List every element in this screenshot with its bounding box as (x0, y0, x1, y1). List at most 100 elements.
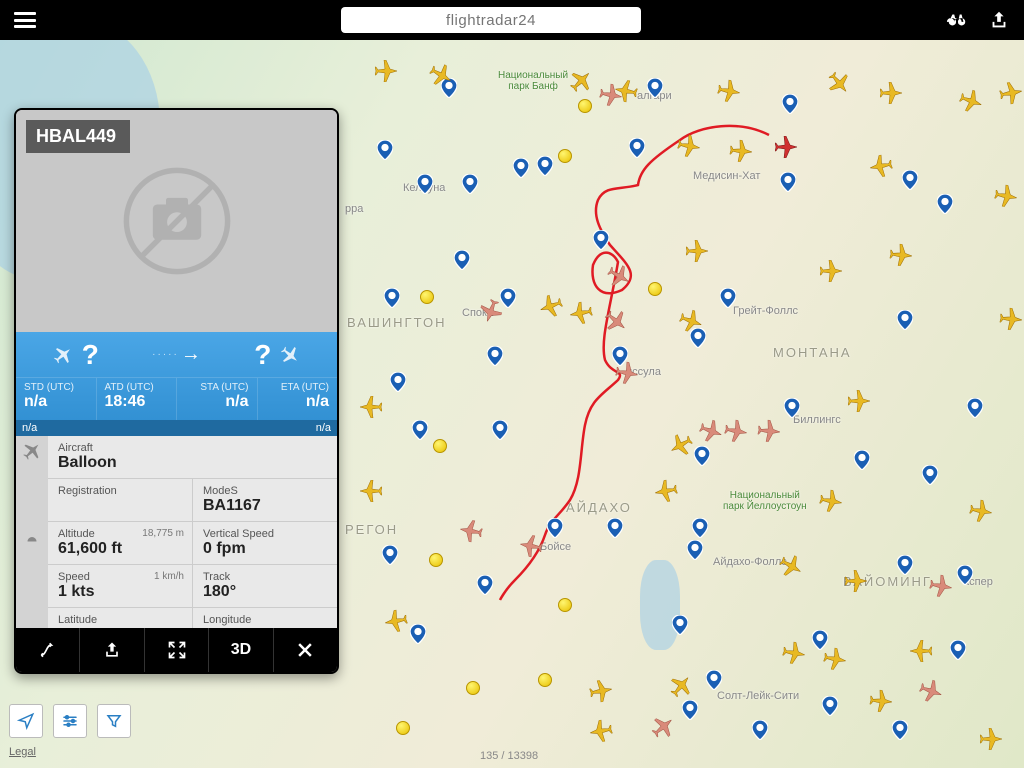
balloon-marker[interactable] (420, 290, 434, 304)
aircraft-marker[interactable] (880, 82, 902, 104)
airport-pin[interactable] (462, 174, 478, 194)
aircraft-marker[interactable] (993, 183, 1018, 208)
aircraft-marker[interactable] (568, 300, 593, 325)
aircraft-marker[interactable] (537, 292, 565, 320)
aircraft-marker[interactable] (360, 480, 382, 502)
aircraft-marker[interactable] (729, 139, 753, 163)
airport-pin[interactable] (410, 624, 426, 644)
aircraft-marker[interactable] (999, 307, 1023, 331)
aircraft-marker[interactable] (614, 360, 639, 385)
aircraft-marker[interactable] (588, 678, 613, 703)
airport-pin[interactable] (967, 398, 983, 418)
aircraft-marker-selected[interactable] (775, 136, 797, 158)
airport-pin[interactable] (477, 575, 493, 595)
aircraft-marker[interactable] (820, 260, 842, 282)
airport-pin[interactable] (593, 230, 609, 250)
filter-button[interactable] (97, 704, 131, 738)
aircraft-marker[interactable] (360, 396, 382, 418)
share-button[interactable] (80, 628, 144, 672)
airport-pin[interactable] (547, 518, 563, 538)
airport-pin[interactable] (537, 156, 553, 176)
airport-pin[interactable] (694, 446, 710, 466)
aircraft-marker[interactable] (723, 418, 748, 443)
aircraft-marker[interactable] (968, 498, 993, 523)
balloon-marker[interactable] (538, 673, 552, 687)
airport-pin[interactable] (454, 250, 470, 270)
airport-pin[interactable] (629, 138, 645, 158)
airport-pin[interactable] (706, 670, 722, 690)
aircraft-marker[interactable] (666, 430, 696, 460)
aircraft-marker[interactable] (998, 80, 1023, 105)
airport-pin[interactable] (782, 94, 798, 114)
aircraft-marker[interactable] (917, 677, 945, 705)
balloon-marker[interactable] (466, 681, 480, 695)
airport-pin[interactable] (892, 720, 908, 740)
aircraft-marker[interactable] (845, 570, 867, 592)
aircraft-marker[interactable] (518, 533, 543, 558)
airport-pin[interactable] (822, 696, 838, 716)
aircraft-marker[interactable] (686, 240, 708, 262)
airport-pin[interactable] (720, 288, 736, 308)
menu-button[interactable] (14, 12, 36, 28)
aircraft-marker[interactable] (957, 87, 985, 115)
airport-pin[interactable] (950, 640, 966, 660)
aircraft-marker[interactable] (889, 243, 913, 267)
aircraft-marker[interactable] (928, 573, 953, 598)
airport-pin[interactable] (784, 398, 800, 418)
airport-pin[interactable] (382, 545, 398, 565)
aircraft-marker[interactable] (676, 133, 701, 158)
aircraft-marker[interactable] (375, 60, 397, 82)
close-button[interactable] (274, 628, 337, 672)
airport-pin[interactable] (957, 565, 973, 585)
airport-pin[interactable] (377, 140, 393, 160)
airport-pin[interactable] (854, 450, 870, 470)
aircraft-marker[interactable] (598, 82, 623, 107)
binoculars-icon[interactable] (946, 9, 968, 31)
settings-sliders-button[interactable] (53, 704, 87, 738)
balloon-marker[interactable] (558, 149, 572, 163)
airport-pin[interactable] (417, 174, 433, 194)
aircraft-marker[interactable] (910, 640, 932, 662)
aircraft-marker[interactable] (824, 68, 855, 99)
aircraft-marker[interactable] (818, 488, 843, 513)
share-icon[interactable] (988, 9, 1010, 31)
airport-pin[interactable] (513, 158, 529, 178)
airport-pin[interactable] (897, 310, 913, 330)
balloon-marker[interactable] (558, 598, 572, 612)
aircraft-marker[interactable] (868, 153, 893, 178)
balloon-marker[interactable] (433, 439, 447, 453)
aircraft-marker[interactable] (565, 65, 596, 96)
airport-pin[interactable] (937, 194, 953, 214)
airport-pin[interactable] (607, 518, 623, 538)
aircraft-marker[interactable] (757, 419, 781, 443)
airport-pin[interactable] (492, 420, 508, 440)
balloon-marker[interactable] (578, 99, 592, 113)
airport-pin[interactable] (412, 420, 428, 440)
balloon-marker[interactable] (396, 721, 410, 735)
airport-pin[interactable] (897, 555, 913, 575)
aircraft-marker[interactable] (588, 718, 613, 743)
balloon-marker[interactable] (429, 553, 443, 567)
aircraft-marker[interactable] (869, 689, 893, 713)
aircraft-marker[interactable] (648, 712, 679, 743)
aircraft-marker[interactable] (716, 78, 741, 103)
aircraft-marker[interactable] (848, 390, 870, 412)
aircraft-marker[interactable] (601, 306, 632, 337)
threeD-button[interactable]: 3D (209, 628, 273, 672)
aircraft-marker[interactable] (653, 478, 678, 503)
airport-pin[interactable] (672, 615, 688, 635)
aircraft-marker[interactable] (822, 646, 847, 671)
airport-pin[interactable] (682, 700, 698, 720)
route-button[interactable] (16, 628, 80, 672)
airport-pin[interactable] (647, 78, 663, 98)
collapse-button[interactable] (145, 628, 209, 672)
airport-pin[interactable] (687, 540, 703, 560)
aircraft-marker[interactable] (980, 728, 1002, 750)
legal-link[interactable]: Legal (9, 746, 36, 758)
aircraft-marker[interactable] (383, 608, 408, 633)
airport-pin[interactable] (780, 172, 796, 192)
airport-pin[interactable] (692, 518, 708, 538)
locate-button[interactable] (9, 704, 43, 738)
balloon-marker[interactable] (648, 282, 662, 296)
airport-pin[interactable] (390, 372, 406, 392)
